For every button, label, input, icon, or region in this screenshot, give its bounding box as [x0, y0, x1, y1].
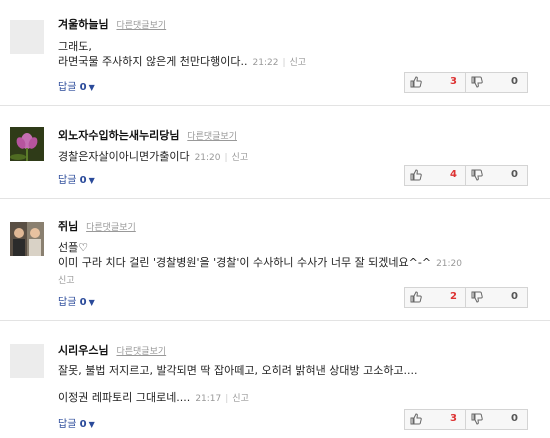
people-avatar-image — [10, 222, 44, 256]
caret-down-icon: ▼ — [88, 298, 95, 307]
comment-line-with-meta: 라면국물 주사하지 않은게 천만다행이다.. 21:22 | 신고 — [58, 54, 306, 71]
other-comments-link[interactable]: 다른댓글보기 — [116, 347, 166, 357]
reply-count: 0 — [79, 82, 87, 93]
reply-count: 0 — [79, 297, 87, 308]
downvote-button[interactable]: 0 — [466, 410, 526, 429]
comment-body: 잘못, 불법 저지르고, 발각되면 딱 잡아떼고, 오히려 밝혀낸 상대방 고소… — [58, 363, 418, 407]
comment-time: 21:22 — [252, 58, 279, 68]
comment-divider — [0, 198, 550, 199]
downvote-count: 0 — [511, 413, 518, 424]
report-link[interactable]: 신고 — [232, 153, 249, 163]
comment-divider — [0, 105, 550, 106]
thumbs-up-icon — [410, 291, 422, 303]
thumbs-down-icon — [471, 76, 483, 88]
vote-box: 3 0 — [404, 409, 528, 430]
author-name[interactable]: 쥐님 — [58, 220, 78, 233]
comment-time: 21:20 — [194, 153, 221, 163]
comment-body: 경찰은자살이아니면가출이다 21:20 | 신고 — [58, 149, 248, 166]
comment-line: 경찰은자살이아니면가출이다 — [58, 150, 190, 163]
other-comments-link[interactable]: 다른댓글보기 — [86, 223, 136, 233]
comment-body: 그래도, 라면국물 주사하지 않은게 천만다행이다.. 21:22 | 신고 — [58, 39, 306, 71]
thumbs-down-icon — [471, 169, 483, 181]
reply-toggle[interactable]: 답글 0 ▼ — [58, 415, 95, 430]
comment-header: 시리우스님 다른댓글보기 — [58, 342, 166, 358]
upvote-button[interactable]: 3 — [405, 73, 466, 92]
avatar[interactable] — [10, 20, 44, 54]
author-name[interactable]: 시리우스님 — [58, 344, 109, 357]
author-name[interactable]: 겨울하늘님 — [58, 18, 109, 31]
upvote-count: 2 — [450, 291, 457, 302]
thumbs-up-icon — [410, 76, 422, 88]
caret-down-icon: ▼ — [88, 176, 95, 185]
comment-line: 잘못, 불법 저지르고, 발각되면 딱 잡아떼고, 오히려 밝혀낸 상대방 고소… — [58, 364, 418, 377]
comment-line-with-meta: 이미 구라 치다 걸린 '경찰병원'을 '경찰'이 수사하니 수사가 너무 잘 … — [58, 255, 462, 272]
downvote-button[interactable]: 0 — [466, 288, 526, 307]
comment-header: 겨울하늘님 다른댓글보기 — [58, 16, 166, 32]
upvote-count: 3 — [450, 76, 457, 87]
downvote-count: 0 — [511, 169, 518, 180]
comment-meta: 21:20 | 신고 — [194, 153, 249, 163]
reply-toggle[interactable]: 답글 0 ▼ — [58, 171, 95, 186]
thumbs-up-icon — [410, 413, 422, 425]
vote-box: 3 0 — [404, 72, 528, 93]
comment-header: 쥐님 다른댓글보기 — [58, 218, 136, 234]
reply-label: 답글 — [58, 82, 77, 93]
avatar[interactable] — [10, 222, 44, 256]
vote-box: 2 0 — [404, 287, 528, 308]
reply-label: 답글 — [58, 419, 77, 430]
downvote-count: 0 — [511, 291, 518, 302]
upvote-button[interactable]: 4 — [405, 166, 466, 185]
reply-count: 0 — [79, 175, 87, 186]
reply-count: 0 — [79, 419, 87, 430]
reply-label: 답글 — [58, 175, 77, 186]
comment-time: 21:17 — [195, 394, 222, 404]
other-comments-link[interactable]: 다른댓글보기 — [116, 21, 166, 31]
lotus-avatar-image — [10, 127, 44, 161]
avatar[interactable] — [10, 127, 44, 161]
comment-line-with-meta: 이정권 레파토리 그대로네.... 21:17 | 신고 — [58, 390, 418, 407]
report-link[interactable]: 신고 — [232, 394, 249, 404]
report-link[interactable]: 신고 — [290, 58, 307, 68]
comment-meta: 21:17 | 신고 — [195, 394, 249, 404]
upvote-button[interactable]: 2 — [405, 288, 466, 307]
comment-header: 외노자수입하는새누리당님 다른댓글보기 — [58, 127, 237, 143]
reply-label: 답글 — [58, 297, 77, 308]
report-link[interactable]: 신고 — [58, 274, 462, 289]
thumbs-down-icon — [471, 291, 483, 303]
upvote-count: 3 — [450, 413, 457, 424]
comment-divider — [0, 320, 550, 321]
reply-toggle[interactable]: 답글 0 ▼ — [58, 78, 95, 93]
avatar[interactable] — [10, 344, 44, 378]
comment-time: 21:20 — [436, 259, 462, 269]
downvote-button[interactable]: 0 — [466, 73, 526, 92]
thumbs-up-icon — [410, 169, 422, 181]
thumbs-down-icon — [471, 413, 483, 425]
comment-line-with-meta: 경찰은자살이아니면가출이다 21:20 | 신고 — [58, 149, 248, 166]
caret-down-icon: ▼ — [88, 420, 95, 429]
caret-down-icon: ▼ — [88, 83, 95, 92]
downvote-count: 0 — [511, 76, 518, 87]
upvote-button[interactable]: 3 — [405, 410, 466, 429]
comment-line: 그래도, — [58, 40, 92, 53]
author-name[interactable]: 외노자수입하는새누리당님 — [58, 129, 179, 142]
comment-body: 선플♡ 이미 구라 치다 걸린 '경찰병원'을 '경찰'이 수사하니 수사가 너… — [58, 240, 462, 289]
comment-line: 이미 구라 치다 걸린 '경찰병원'을 '경찰'이 수사하니 수사가 너무 잘 … — [58, 256, 432, 269]
reply-toggle[interactable]: 답글 0 ▼ — [58, 293, 95, 308]
comment-line: 라면국물 주사하지 않은게 천만다행이다.. — [58, 55, 248, 68]
comment-line: 선플♡ — [58, 241, 89, 254]
downvote-button[interactable]: 0 — [466, 166, 526, 185]
comment-meta: 21:22 | 신고 — [252, 58, 307, 68]
vote-box: 4 0 — [404, 165, 528, 186]
comment-line: 이정권 레파토리 그대로네.... — [58, 391, 191, 404]
other-comments-link[interactable]: 다른댓글보기 — [187, 132, 237, 142]
upvote-count: 4 — [450, 169, 457, 180]
